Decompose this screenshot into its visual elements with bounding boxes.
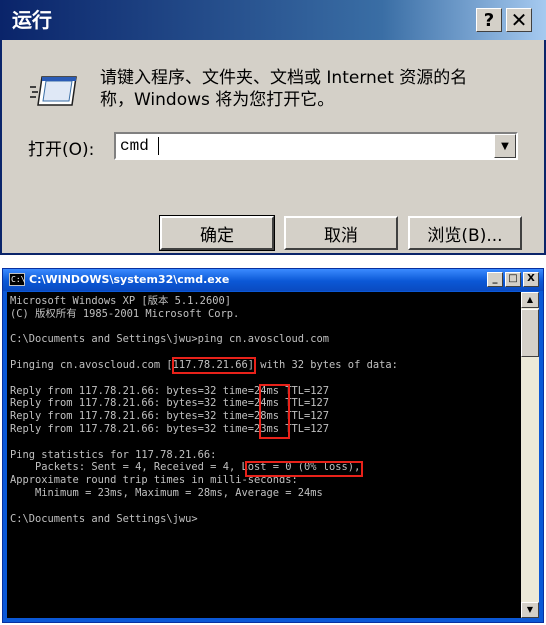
ok-button[interactable]: 确定 <box>159 215 275 251</box>
run-dialog: 运行 ? ✕ 请键入程序、文件夹、文档或 Internet 资源的名 称，Win… <box>0 0 546 255</box>
text-caret <box>158 137 159 155</box>
open-input[interactable]: cmd <box>120 136 149 156</box>
console-line: Reply from 117.78.21.66: bytes=32 time=2… <box>10 397 330 410</box>
maximize-button[interactable]: □ <box>505 272 521 287</box>
console-line: Reply from 117.78.21.66: bytes=32 time=2… <box>10 422 330 435</box>
console-line: Ping statistics for 117.78.21.66: <box>10 448 217 461</box>
run-dialog-titlebar[interactable]: 运行 ? ✕ <box>0 0 546 40</box>
run-prompt-text: 请键入程序、文件夹、文档或 Internet 资源的名 称，Windows 将为… <box>100 67 520 111</box>
scroll-up-button[interactable]: ▲ <box>521 292 539 308</box>
arrow-down-icon: ▼ <box>526 605 534 614</box>
cancel-button[interactable]: 取消 <box>284 216 398 250</box>
vertical-scrollbar[interactable]: ▲ ▼ <box>521 292 539 618</box>
console-icon[interactable]: C:\ <box>9 273 25 286</box>
close-icon: ✕ <box>510 8 528 32</box>
cmd-close-button[interactable]: X <box>523 272 539 287</box>
console-lines: Microsoft Windows XP [版本 5.1.2600] (C) 版… <box>10 295 398 525</box>
console-line: C:\Documents and Settings\jwu>ping cn.av… <box>10 333 330 346</box>
arrow-up-icon: ▲ <box>526 295 534 304</box>
open-dropdown-button[interactable]: ▼ <box>494 134 516 158</box>
minimize-button[interactable]: _ <box>487 272 503 287</box>
help-button[interactable]: ? <box>476 8 502 32</box>
run-program-icon <box>30 76 77 106</box>
console-line: Reply from 117.78.21.66: bytes=32 time=2… <box>10 410 330 423</box>
cmd-window-title: C:\WINDOWS\system32\cmd.exe <box>29 273 230 286</box>
browse-button[interactable]: 浏览(B)... <box>408 216 522 250</box>
console-line: Reply from 117.78.21.66: bytes=32 time=2… <box>10 384 330 397</box>
open-label: 打开(O): <box>28 140 95 160</box>
run-dialog-body: 请键入程序、文件夹、文档或 Internet 资源的名 称，Windows 将为… <box>2 40 544 253</box>
cmd-window: C:\ C:\WINDOWS\system32\cmd.exe _ □ X Mi… <box>2 268 544 623</box>
loss-highlight-box <box>245 461 363 477</box>
console-line: Minimum = 23ms, Maximum = 28ms, Average … <box>10 486 323 499</box>
help-icon: ? <box>483 9 495 31</box>
close-button[interactable]: ✕ <box>506 8 532 32</box>
console-line: Microsoft Windows XP [版本 5.1.2600] <box>10 295 231 307</box>
run-dialog-title: 运行 <box>12 8 52 32</box>
scrollbar-thumb[interactable] <box>521 309 539 357</box>
time-highlight-box <box>259 384 290 439</box>
cmd-titlebar[interactable]: C:\ C:\WINDOWS\system32\cmd.exe _ □ X <box>3 269 543 291</box>
console-output[interactable]: Microsoft Windows XP [版本 5.1.2600] (C) 版… <box>7 292 521 618</box>
run-prompt-line1: 请键入程序、文件夹、文档或 Internet 资源的名 <box>100 68 468 88</box>
open-combobox[interactable]: cmd ▼ <box>114 132 518 160</box>
run-prompt-line2: 称，Windows 将为您打开它。 <box>100 90 335 110</box>
chevron-down-icon: ▼ <box>501 140 509 152</box>
scroll-down-button[interactable]: ▼ <box>521 602 539 618</box>
ip-highlight-box <box>172 357 256 374</box>
console-line: (C) 版权所有 1985-2001 Microsoft Corp. <box>10 307 240 320</box>
console-line: C:\Documents and Settings\jwu> <box>10 512 198 525</box>
